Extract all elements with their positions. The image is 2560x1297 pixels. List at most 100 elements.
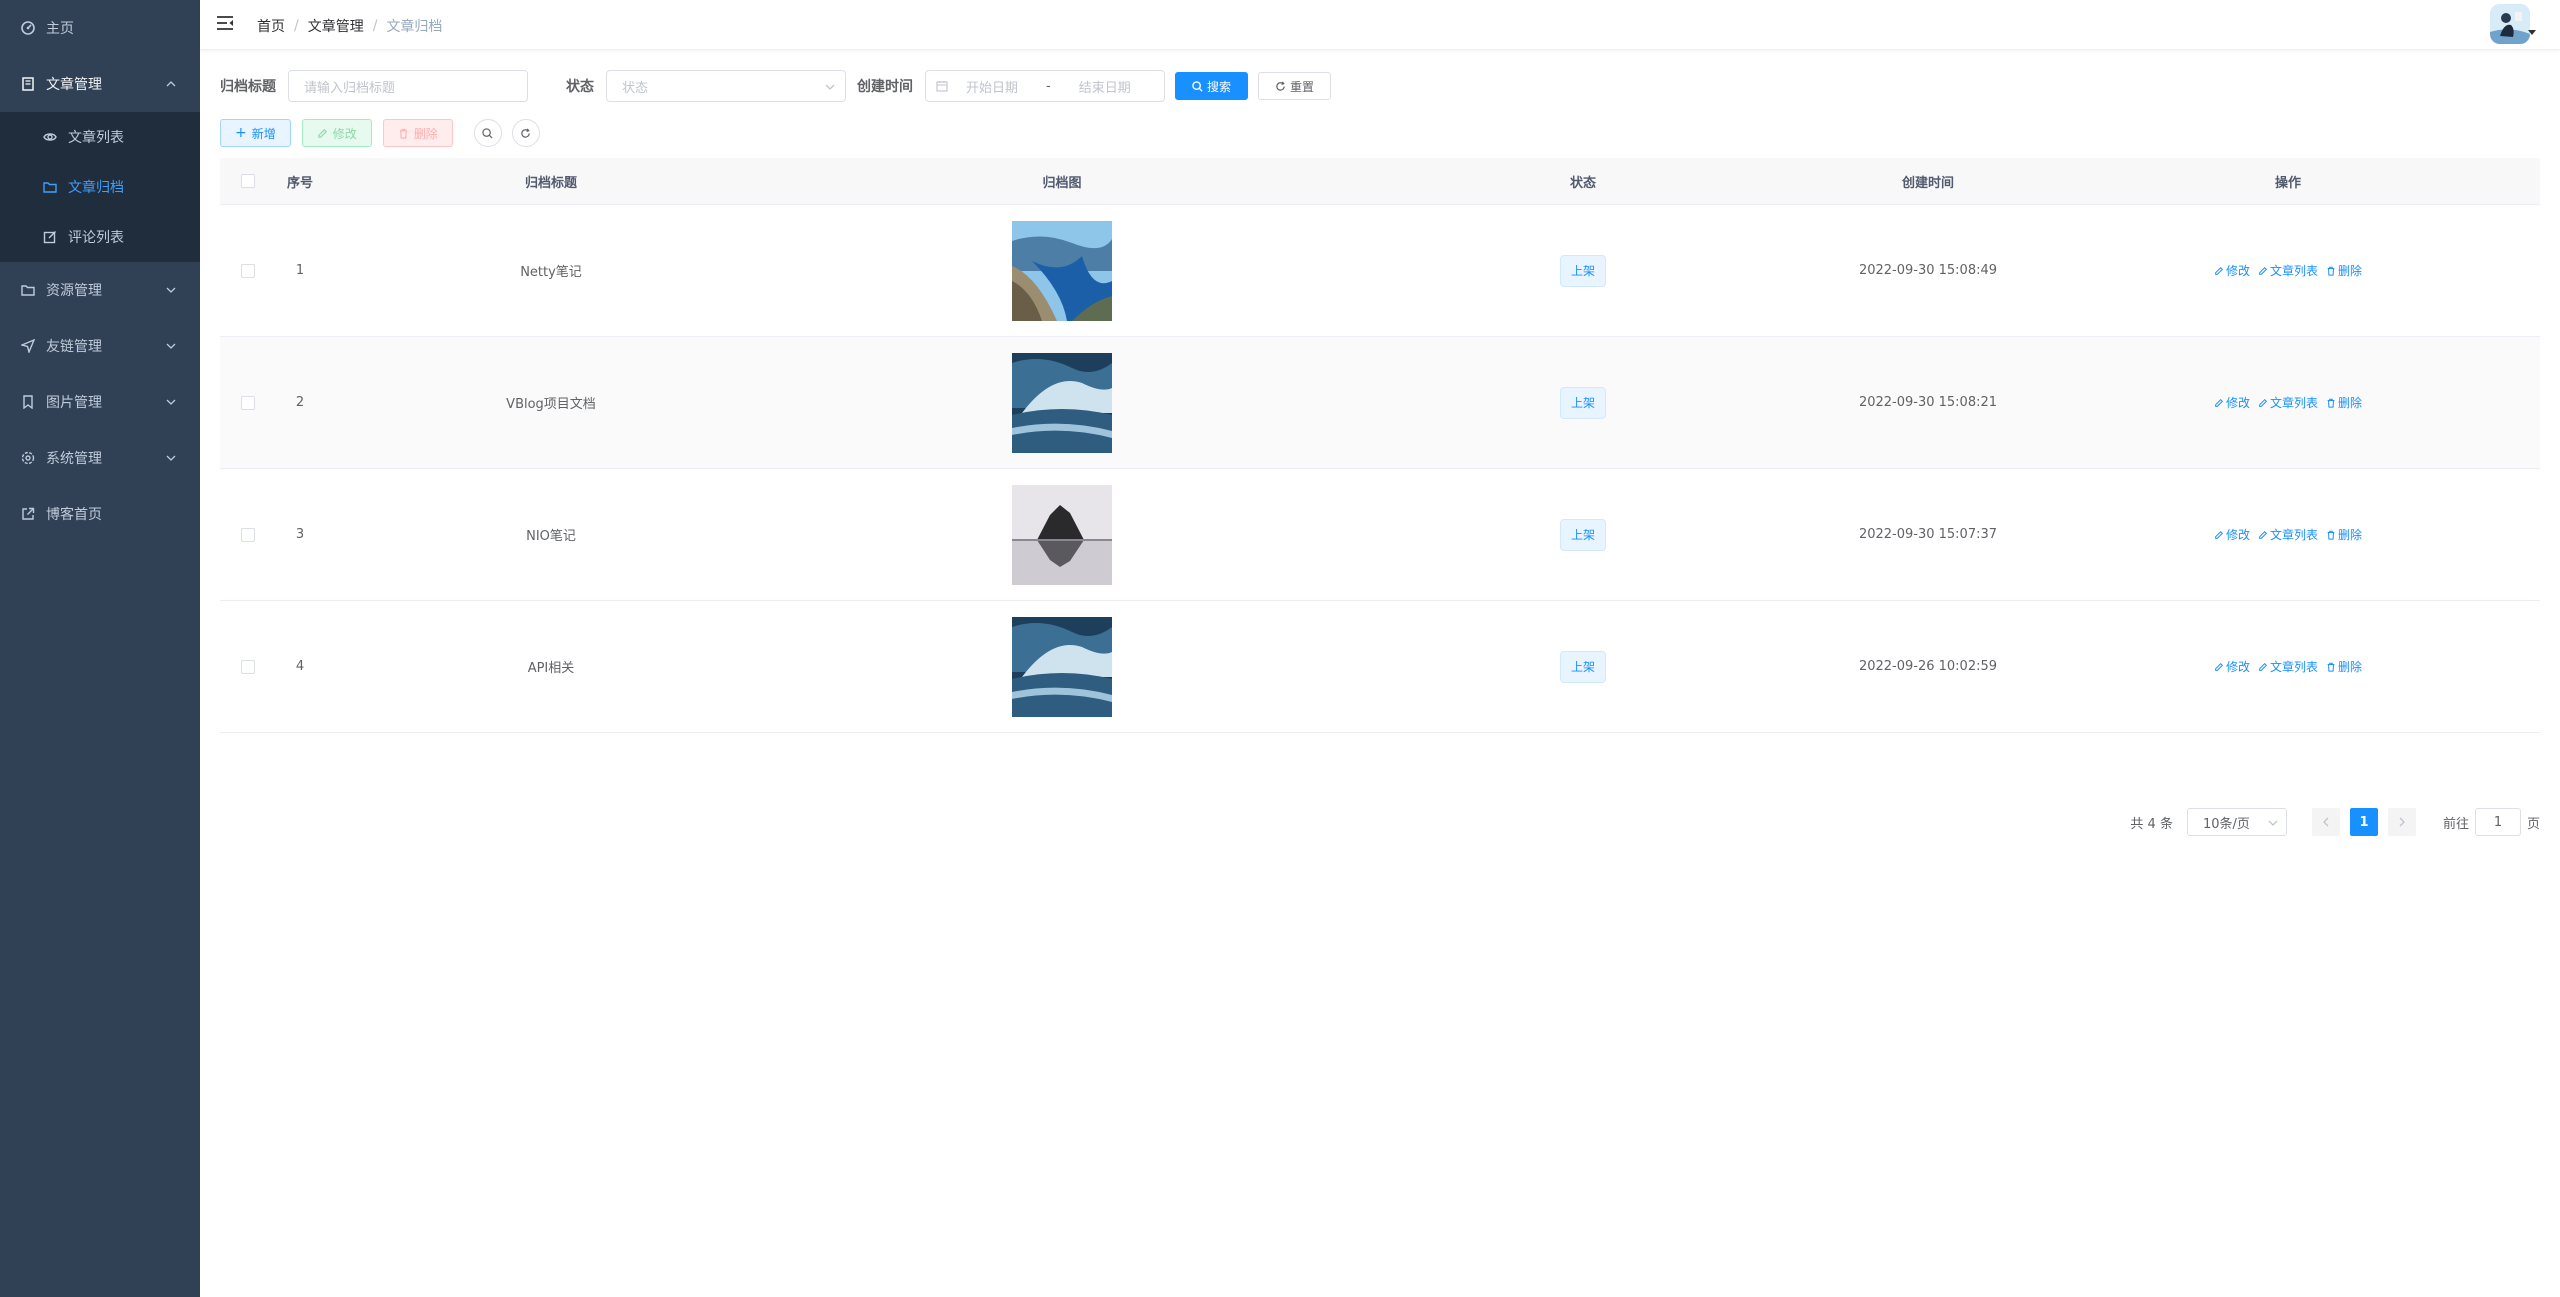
- sidebar-item-link-management[interactable]: 友链管理: [0, 318, 200, 374]
- goto-page-input[interactable]: 1: [2474, 808, 2521, 836]
- op-label: 文章列表: [2269, 396, 2318, 410]
- sidebar: 主页 文章管理 文章列表 文章归档 评论列表 资源管理 友链管理 图片管理 系统…: [0, 0, 200, 1297]
- row-checkbox[interactable]: [241, 659, 255, 674]
- status-select[interactable]: 状态: [606, 70, 846, 102]
- calendar-icon: [936, 81, 948, 92]
- sidebar-item-image-management[interactable]: 图片管理: [0, 374, 200, 430]
- sidebar-item-label: 文章管理: [46, 77, 102, 93]
- sidebar-item-comment-list[interactable]: 评论列表: [0, 212, 200, 262]
- total-count: 共 4 条: [2130, 816, 2173, 832]
- chevron-down-icon: [166, 343, 176, 349]
- search-button[interactable]: 搜索: [1175, 72, 1248, 100]
- table-header: 序号 归档标题 归档图 状态 创建时间 操作: [220, 158, 2540, 205]
- sidebar-item-home[interactable]: 主页: [0, 0, 200, 56]
- sidebar-item-label: 评论列表: [68, 230, 124, 246]
- title-label: 归档标题: [220, 79, 276, 95]
- row-checkbox[interactable]: [241, 527, 255, 542]
- edit-icon: [2259, 266, 2268, 275]
- toolbar: + 新增 修改 删除: [220, 119, 540, 147]
- refresh-button[interactable]: [511, 119, 540, 147]
- avatar[interactable]: [2490, 4, 2530, 44]
- row-article-list-link[interactable]: 文章列表: [2258, 262, 2318, 279]
- edit-button[interactable]: 修改: [301, 119, 372, 147]
- caret-down-icon[interactable]: [2528, 30, 2536, 35]
- trash-icon: [2327, 662, 2335, 672]
- end-date-placeholder: 结束日期: [1078, 80, 1131, 96]
- chevron-down-icon: [166, 455, 176, 461]
- table-row[interactable]: 4 API相关 上架 2022-09-26 10:02:59 修改 文章列表 删…: [220, 601, 2540, 733]
- page-number[interactable]: 1: [2349, 808, 2378, 836]
- row-edit-link[interactable]: 修改: [2214, 394, 2250, 411]
- row-delete-link[interactable]: 删除: [2326, 658, 2362, 675]
- chevron-right-icon: [2399, 817, 2405, 827]
- row-edit-link[interactable]: 修改: [2214, 658, 2250, 675]
- archive-thumbnail[interactable]: [1012, 484, 1112, 585]
- toggle-search-button[interactable]: [473, 119, 502, 147]
- sidebar-item-label: 文章列表: [68, 130, 124, 146]
- folder-icon: [20, 282, 36, 298]
- op-label: 删除: [2338, 396, 2363, 410]
- row-article-list-link[interactable]: 文章列表: [2258, 658, 2318, 675]
- sidebar-item-article-list[interactable]: 文章列表: [0, 112, 200, 162]
- breadcrumb-home[interactable]: 首页: [257, 16, 285, 36]
- add-button[interactable]: + 新增: [220, 119, 291, 147]
- header-index: 序号: [286, 175, 313, 191]
- prev-page-button[interactable]: [2311, 808, 2340, 836]
- goto-label: 前往: [2442, 816, 2469, 832]
- add-button-label: 新增: [251, 126, 276, 141]
- table-row[interactable]: 2 VBlog项目文档 上架 2022-09-30 15:08:21 修改 文章…: [220, 337, 2540, 469]
- sidebar-item-blog-home[interactable]: 博客首页: [0, 486, 200, 542]
- sidebar-item-article-management[interactable]: 文章管理: [0, 56, 200, 112]
- row-time: 2022-09-26 10:02:59: [1858, 659, 1998, 674]
- delete-button[interactable]: 删除: [382, 119, 453, 147]
- row-article-list-link[interactable]: 文章列表: [2258, 526, 2318, 543]
- header-time: 创建时间: [1901, 175, 1954, 191]
- page-size-select[interactable]: 10条/页: [2186, 808, 2287, 836]
- op-label: 删除: [2338, 264, 2363, 278]
- edit-icon: [318, 128, 327, 138]
- dashboard-icon: [20, 20, 36, 36]
- op-label: 修改: [2225, 660, 2250, 674]
- table-row[interactable]: 3 NIO笔记 上架 2022-09-30 15:07:37 修改 文章列表 删…: [220, 469, 2540, 601]
- date-range-picker[interactable]: 开始日期 - 结束日期: [925, 70, 1165, 102]
- sidebar-item-label: 友链管理: [46, 339, 102, 355]
- page-suffix: 页: [2526, 816, 2540, 832]
- row-title: Netty笔记: [520, 265, 582, 280]
- next-page-button[interactable]: [2387, 808, 2416, 836]
- row-delete-link[interactable]: 删除: [2326, 262, 2362, 279]
- sidebar-item-label: 主页: [46, 21, 74, 37]
- row-edit-link[interactable]: 修改: [2214, 526, 2250, 543]
- archive-thumbnail[interactable]: [1012, 352, 1112, 453]
- row-delete-link[interactable]: 删除: [2326, 526, 2362, 543]
- breadcrumb: 首页 / 文章管理 / 文章归档: [257, 16, 442, 36]
- row-time: 2022-09-30 15:08:49: [1858, 263, 1998, 278]
- search-button-label: 搜索: [1206, 79, 1231, 94]
- sidebar-item-article-archive[interactable]: 文章归档: [0, 162, 200, 212]
- status-badge: 上架: [1559, 518, 1606, 551]
- row-checkbox[interactable]: [241, 395, 255, 410]
- row-edit-link[interactable]: 修改: [2214, 262, 2250, 279]
- table-row[interactable]: 1 Netty笔记 上架 2022-09-30 15:08:49 修改 文章列表…: [220, 205, 2540, 337]
- sidebar-item-label: 图片管理: [46, 395, 102, 411]
- title-search-input[interactable]: 请输入归档标题: [288, 70, 528, 102]
- breadcrumb-separator: /: [294, 18, 299, 34]
- hamburger-icon[interactable]: [216, 14, 234, 32]
- range-separator: -: [1046, 78, 1051, 94]
- archive-thumbnail[interactable]: [1012, 616, 1112, 717]
- sidebar-item-resource-management[interactable]: 资源管理: [0, 262, 200, 318]
- sidebar-item-system-management[interactable]: 系统管理: [0, 430, 200, 486]
- chevron-left-icon: [2323, 817, 2329, 827]
- row-delete-link[interactable]: 删除: [2326, 394, 2362, 411]
- chevron-down-icon: [166, 287, 176, 293]
- main-content: 归档标题 请输入归档标题 状态 状态 创建时间 开始日期 - 结束日期 搜索 重…: [200, 50, 2560, 1297]
- row-article-list-link[interactable]: 文章列表: [2258, 394, 2318, 411]
- breadcrumb-article-management[interactable]: 文章管理: [308, 16, 364, 36]
- edit-icon: [42, 229, 58, 245]
- row-checkbox[interactable]: [241, 263, 255, 278]
- select-all-checkbox[interactable]: [241, 174, 255, 188]
- row-time: 2022-09-30 15:08:21: [1858, 395, 1998, 410]
- reset-button[interactable]: 重置: [1258, 72, 1331, 100]
- header-status: 状态: [1569, 175, 1596, 191]
- breadcrumb-current: 文章归档: [386, 19, 443, 35]
- archive-thumbnail[interactable]: [1012, 220, 1112, 321]
